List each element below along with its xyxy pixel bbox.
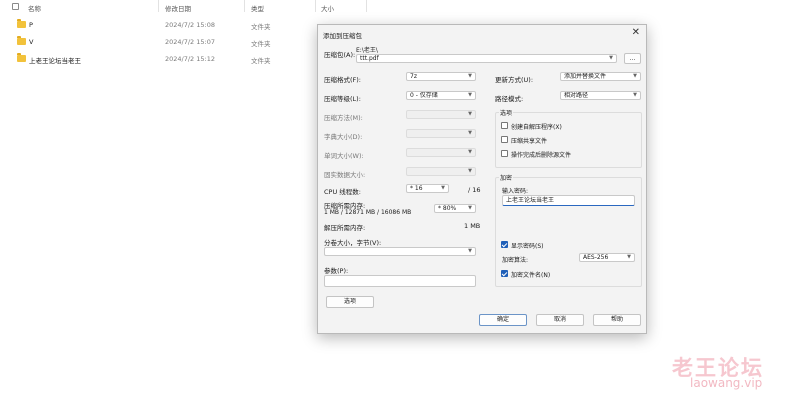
encryption-group-title: 加密 (499, 173, 514, 182)
solid-label: 固实数据大小: (324, 171, 366, 179)
column-size[interactable]: 大小 (321, 3, 334, 13)
archive-label: 压缩包(A): (324, 51, 356, 59)
file-type: 文件夹 (251, 40, 271, 48)
chevron-down-icon: ▼ (468, 92, 472, 98)
pathmode-value: 相对路径 (564, 92, 589, 99)
format-label: 压缩格式(F): (324, 76, 362, 84)
close-icon[interactable]: ✕ (632, 27, 640, 38)
format-value: 7z (410, 73, 417, 80)
chevron-down-icon: ▼ (609, 55, 613, 61)
options-group-title: 选项 (499, 108, 514, 117)
chevron-down-icon: ▼ (633, 92, 637, 98)
password-input[interactable]: 上老王论坛当老王 (502, 195, 635, 206)
chevron-down-icon: ▼ (633, 73, 637, 79)
sfx-label: 创建自解压程序(X) (511, 124, 562, 131)
password-label: 输入密码: (502, 188, 529, 195)
encrypt-names-label: 加密文件名(N) (511, 272, 551, 279)
enc-method-label: 加密算法: (502, 257, 529, 264)
enc-method-value: AES-256 (583, 254, 609, 261)
chevron-down-icon: ▼ (468, 248, 472, 254)
word-label: 单词大小(W): (324, 152, 364, 160)
dict-label: 字典大小(D): (324, 133, 363, 141)
chevron-down-icon: ▼ (441, 185, 445, 191)
column-separator[interactable] (315, 0, 316, 12)
file-modified: 2024/7/2 15:08 (165, 21, 215, 29)
watermark-logo: 老王论坛 (672, 356, 764, 380)
mem-decompress-label: 解压所需内存: (324, 224, 366, 232)
watermark-url: laowang.vip (690, 376, 763, 390)
archive-name-combo[interactable]: ttt.pdf ▼ (356, 54, 617, 63)
select-all-checkbox[interactable] (12, 3, 19, 10)
column-name[interactable]: 名称 (28, 3, 41, 13)
solid-combo[interactable]: ▼ (406, 167, 476, 176)
pathmode-combo[interactable]: 相对路径 ▼ (560, 91, 641, 100)
encrypt-names-checkbox[interactable] (501, 270, 508, 277)
dict-combo[interactable]: ▼ (406, 129, 476, 138)
update-combo[interactable]: 添加并替换文件 ▼ (560, 72, 641, 81)
file-name: P (29, 21, 33, 29)
show-password-checkbox[interactable] (501, 241, 508, 248)
mem-percent-value: * 80% (438, 205, 457, 212)
chevron-down-icon: ▼ (468, 130, 472, 136)
chevron-down-icon: ▼ (468, 149, 472, 155)
update-label: 更新方式(U): (495, 76, 534, 84)
shared-label: 压缩共享文件 (511, 138, 548, 145)
column-separator[interactable] (158, 0, 159, 12)
add-to-archive-dialog: 添加到压缩包 ✕ 压缩包(A): E:\老王\ ttt.pdf ▼ ... 压缩… (317, 24, 647, 334)
browse-button[interactable]: ... (624, 53, 641, 64)
level-combo[interactable]: 0 - 仅存储 ▼ (406, 91, 476, 100)
chevron-down-icon: ▼ (468, 111, 472, 117)
level-label: 压缩等级(L): (324, 95, 361, 103)
show-password-label: 显示密码(S) (511, 243, 544, 250)
chevron-down-icon: ▼ (468, 168, 472, 174)
mem-percent-combo[interactable]: * 80% ▼ (434, 204, 476, 213)
split-combo[interactable]: ▼ (324, 247, 476, 256)
shared-checkbox[interactable] (501, 136, 508, 143)
column-header-bar: 名称 修改日期 类型 大小 (0, 0, 380, 14)
folder-icon (17, 19, 26, 28)
help-button[interactable]: 帮助 (593, 314, 641, 326)
folder-icon (17, 53, 26, 62)
archive-name-value: ttt.pdf (360, 55, 379, 62)
update-value: 添加并替换文件 (564, 73, 607, 80)
ok-button[interactable]: 确定 (479, 314, 527, 326)
threads-max: / 16 (468, 186, 481, 194)
options-button[interactable]: 选项 (326, 296, 374, 308)
delete-source-checkbox[interactable] (501, 150, 508, 157)
file-type: 文件夹 (251, 57, 271, 65)
params-input[interactable] (324, 275, 476, 287)
column-separator[interactable] (244, 0, 245, 12)
chevron-down-icon: ▼ (627, 254, 631, 260)
file-name: 上老王论坛当老王 (29, 57, 81, 65)
mem-decompress-value: 1 MB (464, 222, 481, 230)
dialog-title: 添加到压缩包 (323, 32, 362, 40)
file-type: 文件夹 (251, 23, 271, 31)
chevron-down-icon: ▼ (468, 73, 472, 79)
chevron-down-icon: ▼ (468, 205, 472, 211)
column-separator[interactable] (366, 0, 367, 12)
threads-combo[interactable]: * 16 ▼ (406, 184, 449, 193)
file-modified: 2024/7/2 15:07 (165, 38, 215, 46)
method-label: 压缩方法(M): (324, 114, 363, 122)
threads-value: * 16 (410, 185, 423, 192)
threads-label: CPU 线程数: (324, 188, 361, 196)
sfx-checkbox[interactable] (501, 122, 508, 129)
column-modified[interactable]: 修改日期 (165, 3, 191, 13)
mem-compress-detail: 1 MB / 12871 MB / 16086 MB (324, 209, 412, 216)
cancel-button[interactable]: 取消 (536, 314, 584, 326)
file-modified: 2024/7/2 15:12 (165, 55, 215, 63)
level-value: 0 - 仅存储 (410, 92, 438, 99)
split-label: 分卷大小，字节(V): (324, 239, 382, 247)
column-type[interactable]: 类型 (251, 3, 264, 13)
format-combo[interactable]: 7z ▼ (406, 72, 476, 81)
word-combo[interactable]: ▼ (406, 148, 476, 157)
folder-icon (17, 36, 26, 45)
delete-source-label: 操作完成后删除源文件 (511, 152, 572, 159)
enc-method-combo[interactable]: AES-256 ▼ (579, 253, 635, 262)
params-label: 参数(P): (324, 267, 349, 275)
archive-path: E:\老王\ (356, 47, 378, 54)
method-combo[interactable]: ▼ (406, 110, 476, 119)
file-name: V (29, 38, 34, 46)
pathmode-label: 路径模式: (495, 95, 524, 103)
